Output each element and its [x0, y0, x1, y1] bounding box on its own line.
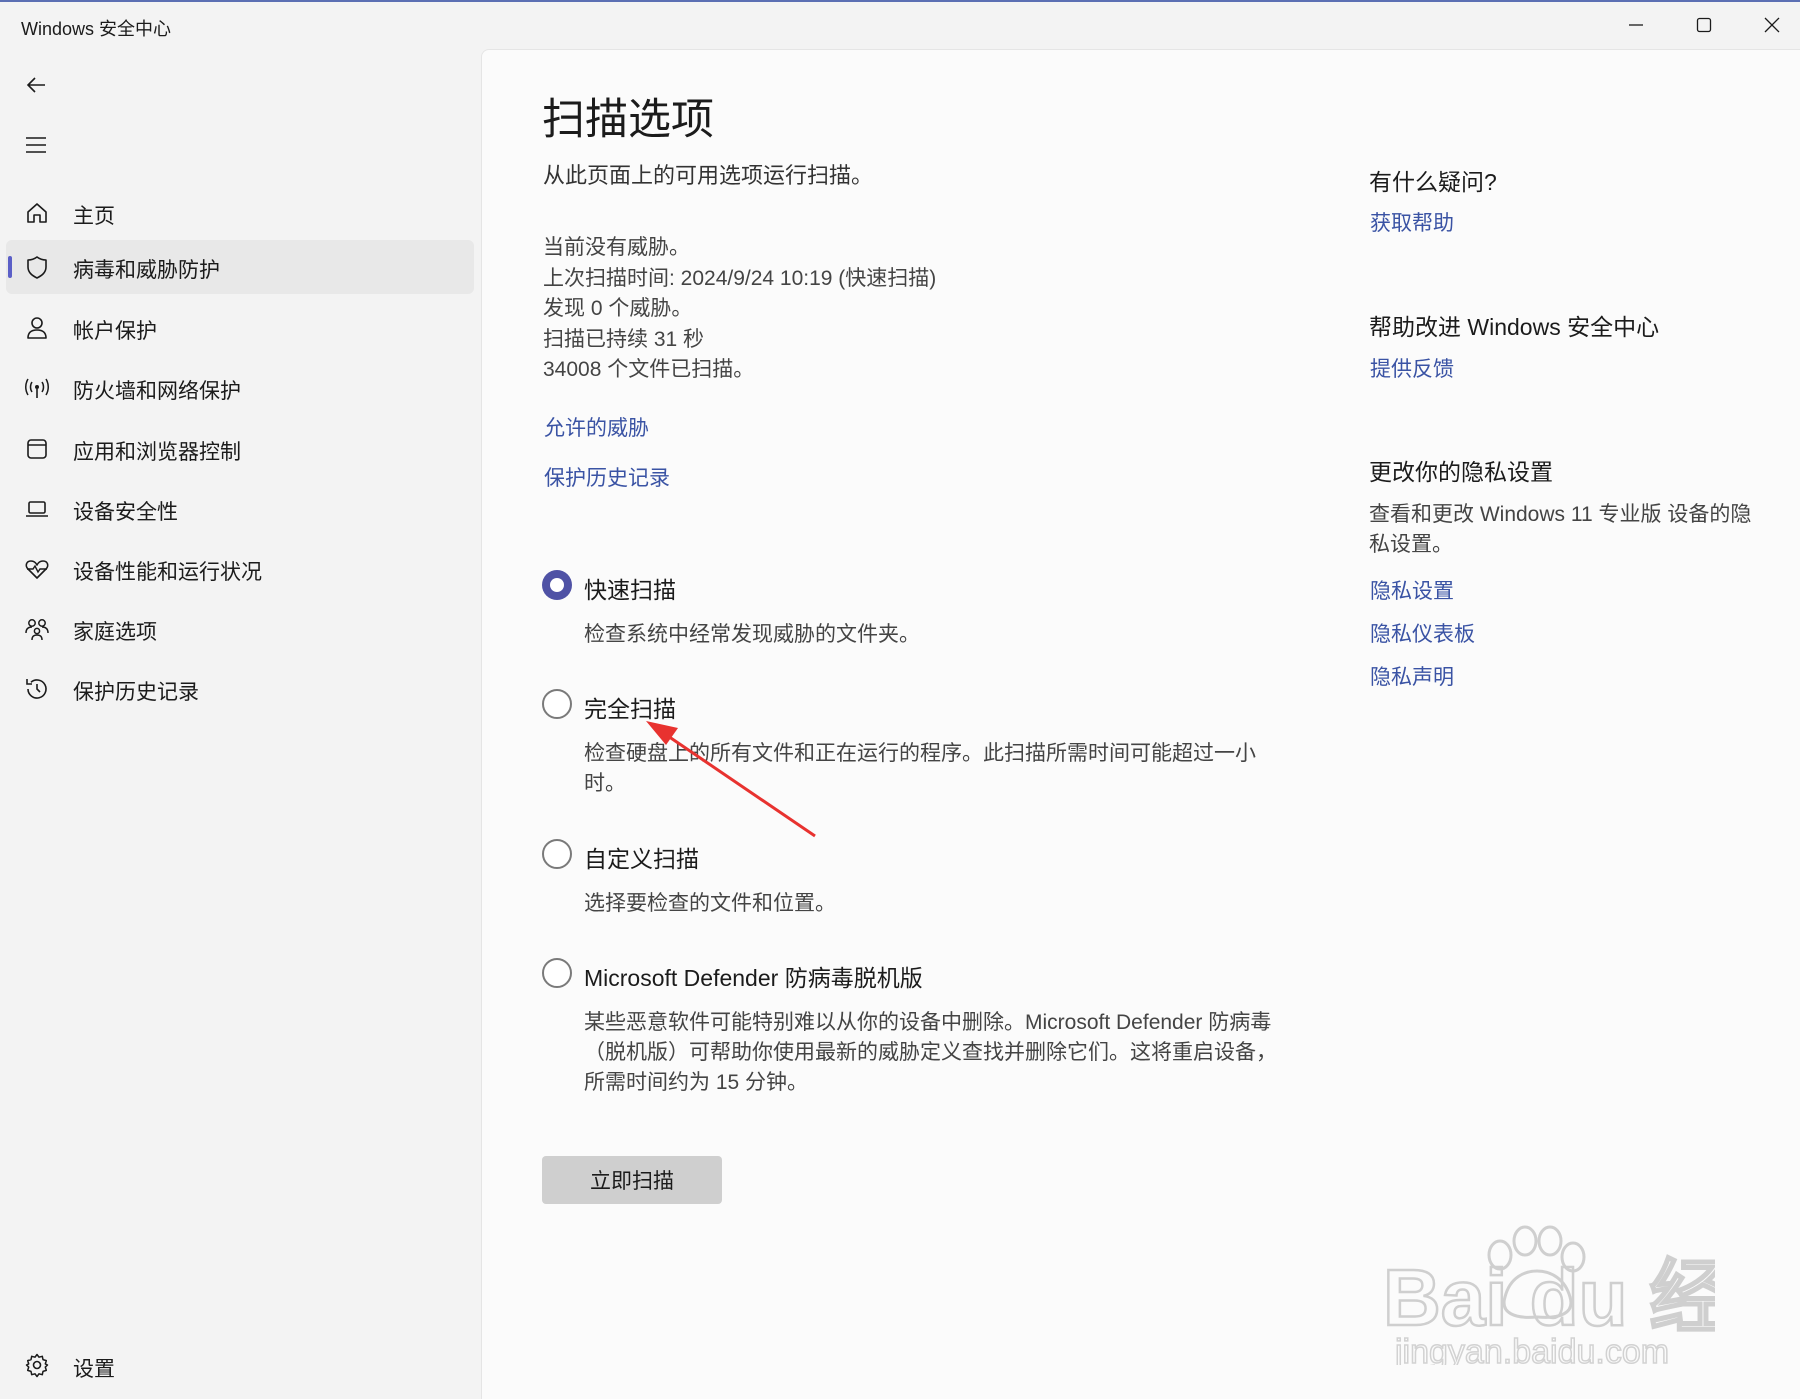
sidebar-item-protection-history[interactable]: 保护历史记录: [6, 662, 474, 716]
browser-window-icon: [24, 436, 50, 462]
maximize-icon: [1696, 17, 1712, 33]
shield-icon: [24, 254, 50, 280]
minimize-button[interactable]: [1606, 2, 1666, 48]
sidebar-item-virus-protection[interactable]: 病毒和威胁防护: [6, 240, 474, 294]
sidebar-item-label: 家庭选项: [73, 621, 157, 644]
sidebar-item-label: 病毒和威胁防护: [73, 259, 220, 282]
custom-scan-desc: 选择要检查的文件和位置。: [584, 892, 836, 915]
custom-scan-radio[interactable]: [542, 839, 572, 869]
sidebar-item-label: 防火墙和网络保护: [73, 380, 241, 403]
back-button[interactable]: [16, 65, 56, 105]
main-content: 扫描选项 从此页面上的可用选项运行扫描。 当前没有威胁。 上次扫描时间: 202…: [481, 49, 1800, 1399]
close-icon: [1764, 17, 1780, 33]
maximize-button[interactable]: [1674, 2, 1734, 48]
sidebar-item-label: 帐户保护: [73, 320, 157, 343]
page-subtitle: 从此页面上的可用选项运行扫描。: [543, 163, 874, 188]
sidebar-item-label: 主页: [73, 205, 115, 228]
full-scan-desc: 检查硬盘上的所有文件和正在运行的程序。此扫描所需时间可能超过一小时。: [584, 742, 1256, 795]
settings-label: 设置: [73, 1358, 115, 1381]
sidebar-item-label: 保护历史记录: [73, 681, 199, 704]
family-icon: [24, 616, 50, 642]
laptop-icon: [24, 496, 50, 522]
status-threats-found: 发现 0 个威胁。: [543, 297, 693, 320]
minimize-icon: [1629, 24, 1643, 26]
offline-scan-desc: 某些恶意软件可能特别难以从你的设备中删除。Microsoft Defender …: [584, 1011, 1277, 1094]
sidebar-item-label: 设备安全性: [73, 501, 178, 524]
wireless-icon: [24, 375, 50, 401]
hamburger-menu-icon: [26, 137, 46, 153]
scan-now-button[interactable]: 立即扫描: [542, 1156, 722, 1204]
privacy-statement-link[interactable]: 隐私声明: [1370, 661, 1454, 691]
sidebar-item-label: 应用和浏览器控制: [73, 441, 241, 464]
menu-button[interactable]: [16, 125, 56, 165]
quick-scan-label[interactable]: 快速扫描: [584, 571, 676, 605]
quick-scan-radio[interactable]: [542, 570, 572, 600]
heart-pulse-icon: [24, 556, 50, 582]
improve-heading: 帮助改进 Windows 安全中心: [1369, 314, 1660, 340]
custom-scan-label[interactable]: 自定义扫描: [584, 840, 699, 874]
get-help-link[interactable]: 获取帮助: [1370, 207, 1454, 237]
offline-scan-label[interactable]: Microsoft Defender 防病毒脱机版: [584, 959, 923, 993]
sidebar-item-device-security[interactable]: 设备安全性: [6, 482, 474, 536]
home-icon: [24, 200, 50, 226]
person-icon: [24, 315, 50, 341]
gear-icon: [24, 1352, 50, 1378]
sidebar-item-settings[interactable]: 设置: [6, 1340, 306, 1390]
status-duration: 扫描已持续 31 秒: [543, 327, 705, 351]
quick-scan-desc: 检查系统中经常发现威胁的文件夹。: [584, 623, 920, 646]
sidebar-item-app-browser[interactable]: 应用和浏览器控制: [6, 422, 474, 476]
title-bar: Windows 安全中心: [0, 2, 1800, 48]
status-last-scan: 上次扫描时间: 2024/9/24 10:19 (快速扫描): [543, 266, 937, 290]
privacy-settings-link[interactable]: 隐私设置: [1370, 575, 1454, 605]
history-icon: [24, 676, 50, 702]
feedback-link[interactable]: 提供反馈: [1370, 353, 1454, 383]
full-scan-label[interactable]: 完全扫描: [584, 690, 676, 724]
protection-history-link[interactable]: 保护历史记录: [544, 462, 670, 492]
scan-status: 当前没有威胁。 上次扫描时间: 2024/9/24 10:19 (快速扫描) 发…: [543, 233, 936, 386]
sidebar-item-family[interactable]: 家庭选项: [6, 602, 474, 656]
privacy-text: 查看和更改 Windows 11 专业版 设备的隐私设置。: [1369, 503, 1752, 556]
questions-heading: 有什么疑问?: [1369, 169, 1497, 195]
status-no-threats: 当前没有威胁。: [543, 236, 690, 259]
back-arrow-icon: [26, 77, 45, 93]
sidebar-item-home[interactable]: 主页: [6, 186, 474, 240]
sidebar-item-account-protection[interactable]: 帐户保护: [6, 301, 474, 355]
active-indicator: [8, 256, 12, 278]
window-title: Windows 安全中心: [21, 19, 172, 39]
close-button[interactable]: [1742, 2, 1800, 48]
allowed-threats-link[interactable]: 允许的威胁: [544, 412, 649, 442]
status-files-scanned: 34008 个文件已扫描。: [543, 358, 755, 381]
sidebar-item-label: 设备性能和运行状况: [73, 561, 262, 584]
sidebar-item-device-performance[interactable]: 设备性能和运行状况: [6, 542, 474, 596]
privacy-dashboard-link[interactable]: 隐私仪表板: [1370, 618, 1475, 648]
offline-scan-radio[interactable]: [542, 958, 572, 988]
full-scan-radio[interactable]: [542, 689, 572, 719]
privacy-heading: 更改你的隐私设置: [1369, 459, 1553, 485]
sidebar-item-firewall[interactable]: 防火墙和网络保护: [6, 361, 474, 415]
page-title: 扫描选项: [542, 96, 714, 144]
